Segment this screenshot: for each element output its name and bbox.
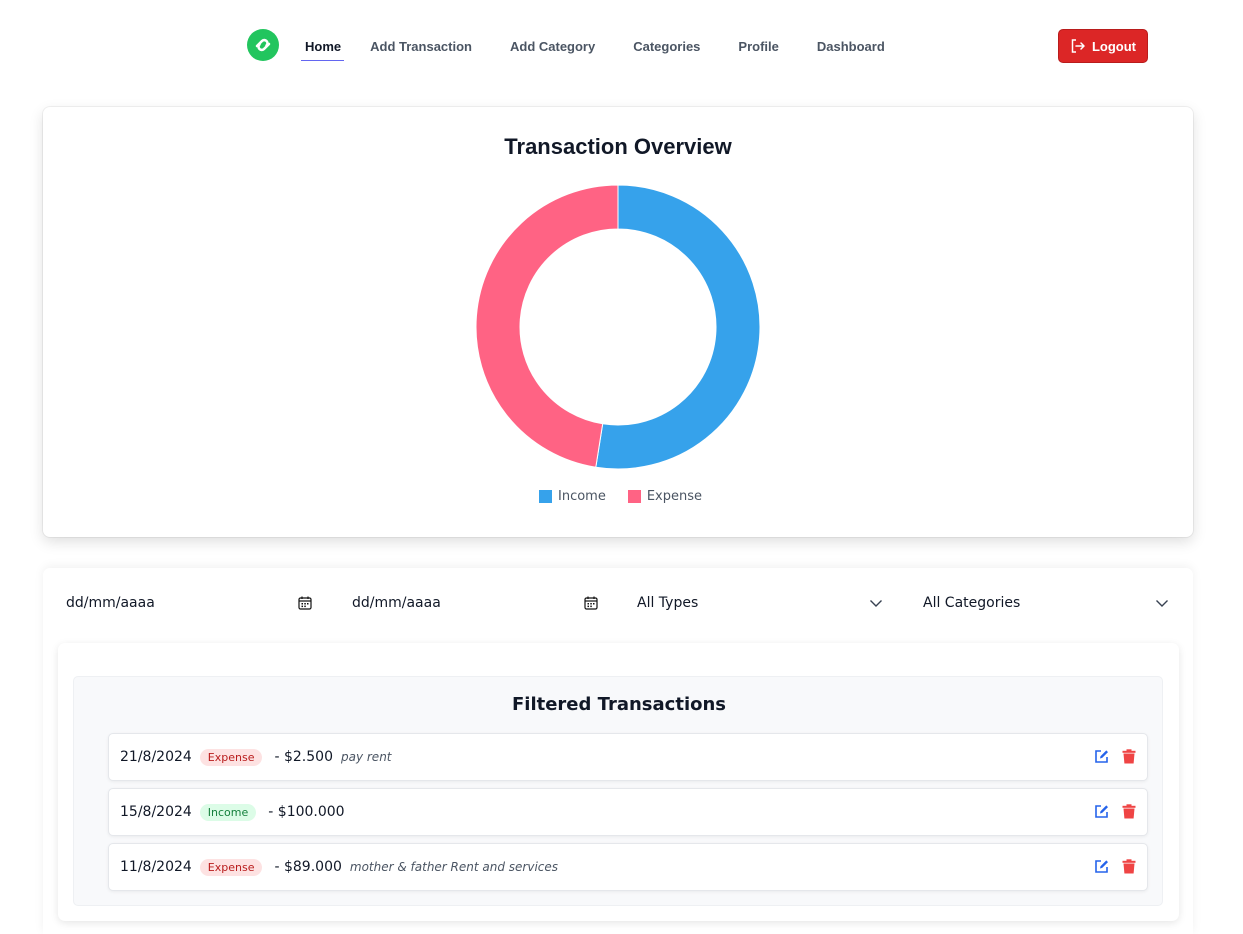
legend-label-income: Income <box>558 489 606 504</box>
trash-icon <box>1122 859 1135 874</box>
transaction-description: mother & father Rent and services <box>349 860 559 874</box>
transaction-date: 15/8/2024 <box>120 804 192 820</box>
top-navbar: Home Add Transaction Add Category Catego… <box>0 0 1243 92</box>
calendar-icon[interactable] <box>298 596 312 610</box>
start-date-input[interactable]: dd/mm/aaaa <box>66 590 312 616</box>
edit-icon <box>1095 860 1108 873</box>
type-badge: Income <box>199 803 257 821</box>
type-select-value: All Types <box>637 595 699 611</box>
delete-button[interactable] <box>1120 858 1137 875</box>
overview-title: Transaction Overview <box>504 134 732 159</box>
nav-categories[interactable]: Categories <box>633 39 700 60</box>
legend-swatch-expense <box>627 490 641 503</box>
trash-icon <box>1122 804 1135 819</box>
transactions-card: Filtered Transactions 21/8/2024 Expense … <box>58 643 1179 921</box>
row-actions <box>1093 858 1137 875</box>
chevron-down-icon <box>1156 600 1168 607</box>
type-select[interactable]: All Types <box>637 590 883 616</box>
trash-icon <box>1122 749 1135 764</box>
filter-row: dd/mm/aaaa dd/mm/aaaa All Types All Cate… <box>43 568 1193 638</box>
end-date-input[interactable]: dd/mm/aaaa <box>352 590 598 616</box>
start-date-value: dd/mm/aaaa <box>66 595 155 611</box>
transactions-panel: Filtered Transactions 21/8/2024 Expense … <box>73 676 1163 906</box>
nav-home[interactable]: Home <box>301 39 345 61</box>
legend-item-income[interactable]: Income <box>539 489 606 504</box>
edit-icon <box>1095 805 1108 818</box>
filters-card: dd/mm/aaaa dd/mm/aaaa All Types All Cate… <box>43 568 1193 934</box>
edit-button[interactable] <box>1093 748 1110 765</box>
nav-add-transaction[interactable]: Add Transaction <box>370 39 472 60</box>
legend-label-expense: Expense <box>646 489 703 504</box>
transaction-amount: - $89.000 <box>274 859 342 875</box>
donut-chart <box>475 184 761 470</box>
delete-button[interactable] <box>1120 803 1137 820</box>
edit-button[interactable] <box>1093 858 1110 875</box>
transaction-row: 15/8/2024 Income - $100.000 <box>108 788 1148 836</box>
transactions-title: Filtered Transactions <box>511 694 727 715</box>
logout-button[interactable]: Logout <box>1058 29 1148 63</box>
delete-button[interactable] <box>1120 748 1137 765</box>
row-actions <box>1093 803 1137 820</box>
transaction-row: 21/8/2024 Expense - $2.500 pay rent <box>108 733 1148 781</box>
transaction-description: pay rent <box>340 750 392 764</box>
edit-button[interactable] <box>1093 803 1110 820</box>
type-badge: Expense <box>199 858 263 876</box>
donut-slice-expense[interactable] <box>475 184 619 468</box>
donut-slice-income[interactable] <box>595 184 761 470</box>
calendar-icon[interactable] <box>584 596 598 610</box>
row-actions <box>1093 748 1137 765</box>
transaction-amount: - $2.500 <box>274 749 333 765</box>
nav-links: Home Add Transaction Add Category Catego… <box>301 39 923 61</box>
logo[interactable] <box>247 29 279 61</box>
chevron-down-icon <box>870 600 882 607</box>
chart-legend: Income Expense <box>539 489 702 504</box>
end-date-value: dd/mm/aaaa <box>352 595 441 611</box>
legend-swatch-income <box>539 490 552 503</box>
transaction-date: 21/8/2024 <box>120 749 192 765</box>
logout-label: Logout <box>1091 38 1137 54</box>
edit-icon <box>1095 750 1108 763</box>
nav-dashboard[interactable]: Dashboard <box>817 39 885 60</box>
link-circle-icon <box>255 38 271 52</box>
nav-add-category[interactable]: Add Category <box>510 39 595 60</box>
type-badge: Expense <box>199 748 263 766</box>
transaction-row: 11/8/2024 Expense - $89.000 mother & fat… <box>108 843 1148 891</box>
transaction-date: 11/8/2024 <box>120 859 192 875</box>
transaction-amount: - $100.000 <box>268 804 345 820</box>
category-select[interactable]: All Categories <box>923 590 1169 616</box>
logout-icon <box>1071 39 1085 53</box>
legend-item-expense[interactable]: Expense <box>627 489 703 504</box>
nav-profile[interactable]: Profile <box>738 39 778 60</box>
category-select-value: All Categories <box>923 595 1021 611</box>
overview-card: Transaction Overview Income Expense <box>43 107 1193 537</box>
